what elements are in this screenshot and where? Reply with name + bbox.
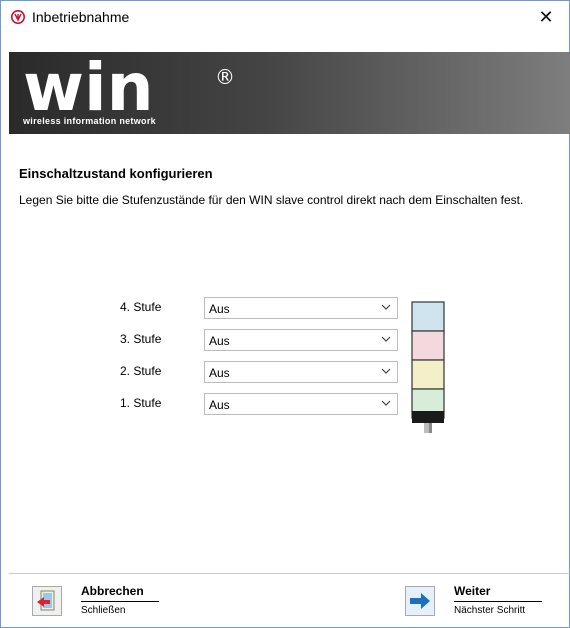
stage-3-value: Aus (209, 334, 230, 348)
stage-4-select[interactable]: Aus (204, 297, 398, 319)
svg-text:win: win (23, 58, 154, 116)
stage-2-label: 2. Stufe (120, 364, 162, 378)
stage-3-lamp-segment (411, 330, 445, 361)
cancel-exit-icon (32, 586, 62, 616)
brand-banner: win ® wireless information network (9, 52, 570, 134)
stage-1-value: Aus (209, 398, 230, 412)
chevron-down-icon (381, 400, 391, 406)
logo-subtitle: wireless information network (23, 116, 156, 126)
footer-separator (9, 573, 570, 574)
setup-dialog: Inbetriebnahme ✕ win ® wireless informat… (0, 0, 570, 628)
app-logo-icon (11, 10, 25, 24)
next-underline (454, 601, 542, 602)
arrow-right-icon (405, 586, 435, 616)
stage-2-lamp-segment (411, 359, 445, 390)
stage-4-value: Aus (209, 302, 230, 316)
stage-4-label: 4. Stufe (120, 300, 162, 314)
signal-tower-icon (411, 301, 445, 433)
cancel-underline (81, 601, 159, 602)
cancel-title: Abbrechen (81, 584, 144, 598)
stage-1-select[interactable]: Aus (204, 393, 398, 415)
close-icon: ✕ (538, 7, 554, 27)
next-subtitle: Nächster Schritt (454, 605, 526, 616)
chevron-down-icon (381, 368, 391, 374)
window-title: Inbetriebnahme (32, 9, 130, 25)
close-button[interactable]: ✕ (523, 1, 569, 33)
stage-4-lamp-segment (411, 301, 445, 332)
chevron-down-icon (381, 336, 391, 342)
stage-2-select[interactable]: Aus (204, 361, 398, 383)
stage-3-select[interactable]: Aus (204, 329, 398, 351)
chevron-down-icon (381, 304, 391, 310)
title-bar: Inbetriebnahme ✕ (1, 1, 569, 33)
page-description: Legen Sie bitte die Stufenzustände für d… (19, 193, 524, 207)
win-logo: win ® (23, 58, 235, 116)
next-title: Weiter (454, 584, 491, 598)
lamp-mount-shadow (429, 423, 432, 433)
stage-3-label: 3. Stufe (120, 332, 162, 346)
stage-1-label: 1. Stufe (120, 396, 162, 410)
cancel-subtitle: Schließen (81, 605, 126, 616)
stage-2-value: Aus (209, 366, 230, 380)
svg-text:®: ® (215, 65, 235, 89)
page-title: Einschaltzustand konfigurieren (19, 166, 213, 181)
lamp-base (412, 411, 444, 423)
